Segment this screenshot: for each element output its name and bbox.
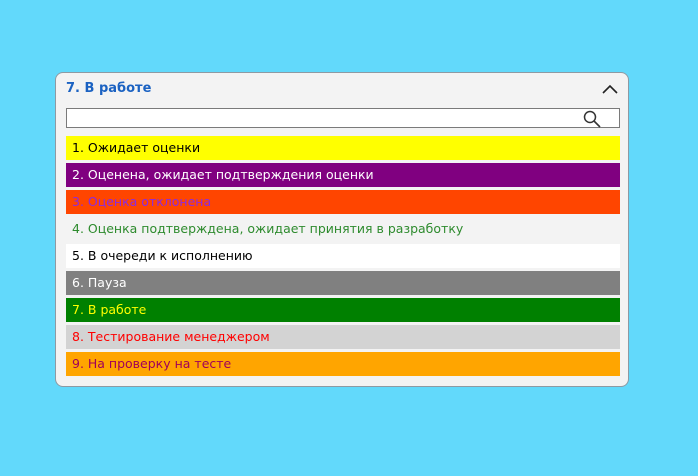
search-icon[interactable] bbox=[583, 110, 601, 128]
status-item[interactable]: 2. Оценена, ожидает подтверждения оценки bbox=[66, 163, 620, 187]
status-item[interactable]: 6. Пауза bbox=[66, 271, 620, 295]
status-item[interactable]: 3. Оценка отклонена bbox=[66, 190, 620, 214]
status-dropdown-panel: 7. В работе 1. Ожидает оценки 2. Оценена… bbox=[55, 72, 629, 387]
status-item[interactable]: 5. В очереди к исполнению bbox=[66, 244, 620, 268]
dropdown-header[interactable]: 7. В работе bbox=[56, 73, 628, 105]
search-box bbox=[66, 108, 620, 128]
status-item[interactable]: 8. Тестирование менеджером bbox=[66, 325, 620, 349]
status-list: 1. Ожидает оценки 2. Оценена, ожидает по… bbox=[66, 136, 620, 379]
status-item[interactable]: 4. Оценка подтверждена, ожидает принятия… bbox=[66, 217, 620, 241]
selected-status-title: 7. В работе bbox=[66, 81, 152, 96]
status-item[interactable]: 7. В работе bbox=[66, 298, 620, 322]
search-input[interactable] bbox=[67, 109, 585, 127]
status-item[interactable]: 1. Ожидает оценки bbox=[66, 136, 620, 160]
chevron-up-icon[interactable] bbox=[600, 79, 620, 99]
status-item[interactable]: 9. На проверку на тесте bbox=[66, 352, 620, 376]
